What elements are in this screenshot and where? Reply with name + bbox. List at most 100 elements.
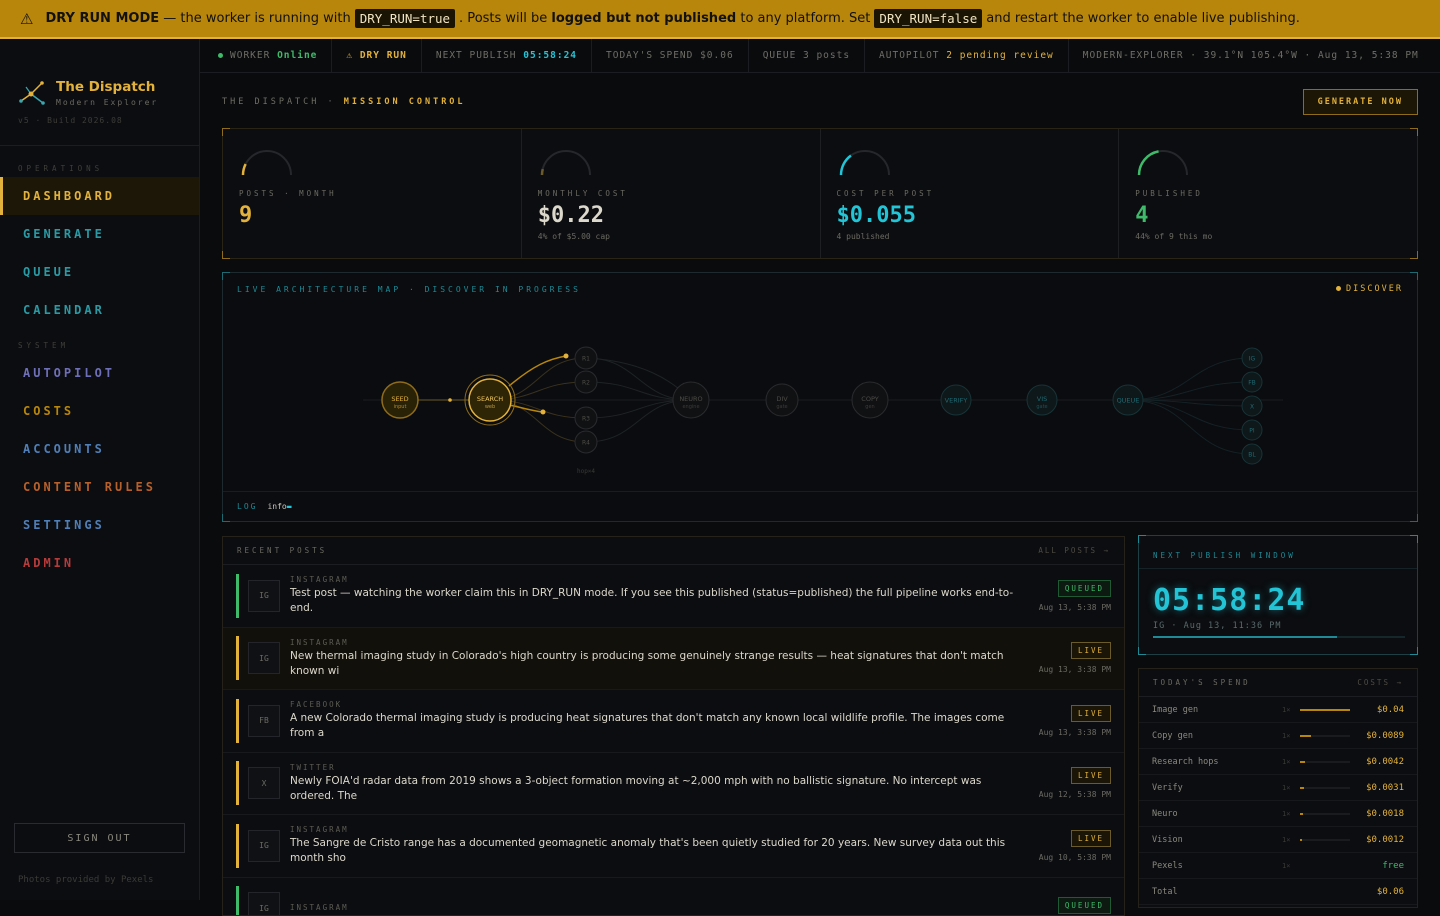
post-platform: FACEBOOK bbox=[290, 700, 1022, 709]
banner-text-1: — the worker is running with bbox=[163, 11, 350, 26]
node-label: BL bbox=[1248, 452, 1256, 459]
all-posts-link[interactable]: ALL POSTS → bbox=[1038, 546, 1110, 555]
autopilot-status: AUTOPILOT 2 pending review bbox=[865, 39, 1069, 72]
post-row[interactable]: IGINSTAGRAMThe Sangre de Cristo range ha… bbox=[223, 815, 1124, 878]
spend-name: Total bbox=[1152, 887, 1282, 897]
brand-subtitle: Modern Explorer bbox=[56, 98, 158, 107]
active-edge bbox=[509, 356, 566, 386]
pipeline-node-bl[interactable]: BL bbox=[1242, 444, 1262, 464]
node-sublabel: web bbox=[485, 404, 495, 410]
spend-row: Total $0.06 bbox=[1139, 879, 1417, 905]
sidebar-item-admin[interactable]: ADMIN bbox=[0, 544, 199, 582]
gauge-icon bbox=[239, 147, 295, 177]
post-status-bar bbox=[236, 761, 239, 805]
kpi-value: 4 bbox=[1135, 203, 1417, 228]
pipeline-node-vis[interactable]: VISgate bbox=[1027, 385, 1057, 415]
post-body: INSTAGRAM Test post — watching the worker… bbox=[290, 575, 1034, 616]
sidebar-item-dashboard[interactable]: DASHBOARD bbox=[0, 177, 199, 215]
pipeline-node-r1[interactable]: R1 bbox=[575, 347, 597, 369]
sidebar-item-costs[interactable]: COSTS bbox=[0, 392, 199, 430]
post-status-bar bbox=[236, 699, 239, 743]
sidebar-section-operations: OPERATIONS bbox=[0, 164, 199, 173]
post-row[interactable]: IGINSTAGRAMNew thermal imaging study in … bbox=[223, 628, 1124, 691]
node-label: R4 bbox=[582, 440, 590, 447]
spend-value: $0.04 bbox=[1377, 705, 1404, 715]
generate-now-button[interactable]: GENERATE NOW bbox=[1303, 89, 1418, 115]
pipeline-edge bbox=[1128, 358, 1252, 400]
node-label: VERIFY bbox=[945, 397, 968, 405]
pipeline-node-x[interactable]: X bbox=[1242, 396, 1262, 416]
kpi-subtext: 4% of $5.00 cap bbox=[538, 232, 820, 241]
pipeline-node-r4[interactable]: R4 bbox=[575, 431, 597, 453]
spend-value: $0.0089 bbox=[1366, 731, 1404, 741]
sign-out-button[interactable]: SIGN OUT bbox=[14, 823, 185, 853]
post-row[interactable]: FBFACEBOOKA new Colorado thermal imaging… bbox=[223, 690, 1124, 753]
node-label: R1 bbox=[582, 356, 590, 363]
post-body: FACEBOOK A new Colorado thermal imaging s… bbox=[290, 700, 1034, 741]
post-status-bar bbox=[236, 886, 239, 916]
sidebar-item-generate[interactable]: GENERATE bbox=[0, 215, 199, 253]
pipeline-node-ig[interactable]: IG bbox=[1242, 348, 1262, 368]
status-badge: QUEUED bbox=[1058, 580, 1111, 597]
kpi-card: PUBLISHED444% of 9 this mo bbox=[1119, 129, 1417, 258]
pipeline-node-fb[interactable]: FB bbox=[1242, 372, 1262, 392]
next-publish-label: NEXT PUBLISH bbox=[436, 50, 517, 61]
node-label: X bbox=[1250, 404, 1254, 411]
next-publish-value: 05:58:24 bbox=[523, 50, 577, 61]
sidebar-item-settings[interactable]: SETTINGS bbox=[0, 506, 199, 544]
gauge-fill bbox=[841, 151, 889, 175]
sidebar-item-calendar[interactable]: CALENDAR bbox=[0, 291, 199, 329]
pipeline-node-r2[interactable]: R2 bbox=[575, 371, 597, 393]
post-platform: INSTAGRAM bbox=[290, 575, 1022, 584]
sidebar: The Dispatch Modern Explorer v5 · Build … bbox=[0, 39, 200, 900]
node-sublabel: gate bbox=[1036, 404, 1047, 410]
banner-bold: logged but not published bbox=[551, 11, 736, 26]
sidebar-item-queue[interactable]: QUEUE bbox=[0, 253, 199, 291]
pipeline-node-r3[interactable]: R3 bbox=[575, 407, 597, 429]
pipeline-node-pi[interactable]: PI bbox=[1242, 420, 1262, 440]
post-text: New thermal imaging study in Colorado's … bbox=[290, 649, 1022, 679]
next-publish-countdown: 05:58:24 bbox=[1139, 569, 1417, 618]
brand[interactable]: The Dispatch Modern Explorer bbox=[0, 39, 199, 107]
costs-link[interactable]: COSTS → bbox=[1357, 678, 1403, 687]
sidebar-item-content-rules[interactable]: CONTENT RULES bbox=[0, 468, 199, 506]
pipeline-node-copy[interactable]: COPYgen bbox=[852, 382, 888, 418]
kpi-card: MONTHLY COST$0.224% of $5.00 cap bbox=[522, 129, 821, 258]
gauge-track bbox=[1139, 151, 1187, 175]
dry-run-banner: ⚠ DRY RUN MODE — the worker is running w… bbox=[0, 0, 1440, 39]
sidebar-item-autopilot[interactable]: AUTOPILOT bbox=[0, 354, 199, 392]
pipeline-node-div[interactable]: DIVgate bbox=[766, 384, 798, 416]
platform-icon: IG bbox=[248, 642, 280, 674]
post-row[interactable]: XTWITTERNewly FOIA'd radar data from 201… bbox=[223, 753, 1124, 816]
pipeline-node-search[interactable]: SEARCHweb bbox=[465, 375, 515, 425]
spend-value: $0.0012 bbox=[1366, 835, 1404, 845]
gauge-icon bbox=[1135, 147, 1191, 177]
gauge-track bbox=[841, 151, 889, 175]
spend-row: Vision1×$0.0012 bbox=[1139, 827, 1417, 853]
post-text: Test post — watching the worker claim th… bbox=[290, 586, 1022, 616]
platform-icon: X bbox=[248, 767, 280, 799]
node-label: QUEUE bbox=[1117, 397, 1140, 405]
spend-row: Neuro1×$0.0018 bbox=[1139, 801, 1417, 827]
spend-bar-fill bbox=[1300, 709, 1350, 711]
spend-multiplier: 1× bbox=[1282, 836, 1300, 844]
post-text: A new Colorado thermal imaging study is … bbox=[290, 711, 1022, 741]
post-row[interactable]: IGINSTAGRAMQUEUED bbox=[223, 878, 1124, 916]
spend-bar bbox=[1300, 709, 1350, 711]
pipeline-node-verify[interactable]: VERIFY bbox=[941, 385, 971, 415]
pipeline-node-queue[interactable]: QUEUE bbox=[1113, 385, 1143, 415]
breadcrumb-page: MISSION CONTROL bbox=[344, 97, 466, 107]
log-value: info bbox=[267, 502, 286, 511]
kpi-card: COST PER POST$0.0554 published bbox=[821, 129, 1120, 258]
pipeline-node-neuro[interactable]: NEUROengine bbox=[673, 382, 709, 418]
post-row[interactable]: IGINSTAGRAMTest post — watching the work… bbox=[223, 565, 1124, 628]
status-badge: LIVE bbox=[1071, 767, 1111, 784]
sidebar-item-accounts[interactable]: ACCOUNTS bbox=[0, 430, 199, 468]
spend-bar bbox=[1300, 761, 1350, 763]
post-status-bar bbox=[236, 636, 239, 680]
spend-row: Pexels1×free bbox=[1139, 853, 1417, 879]
post-platform: INSTAGRAM bbox=[290, 903, 1022, 912]
log-line: LOG info▬ bbox=[223, 491, 1417, 521]
pipeline-node-seed[interactable]: SEEDinput bbox=[382, 382, 418, 418]
spend-value: $0.06 bbox=[1377, 887, 1404, 897]
